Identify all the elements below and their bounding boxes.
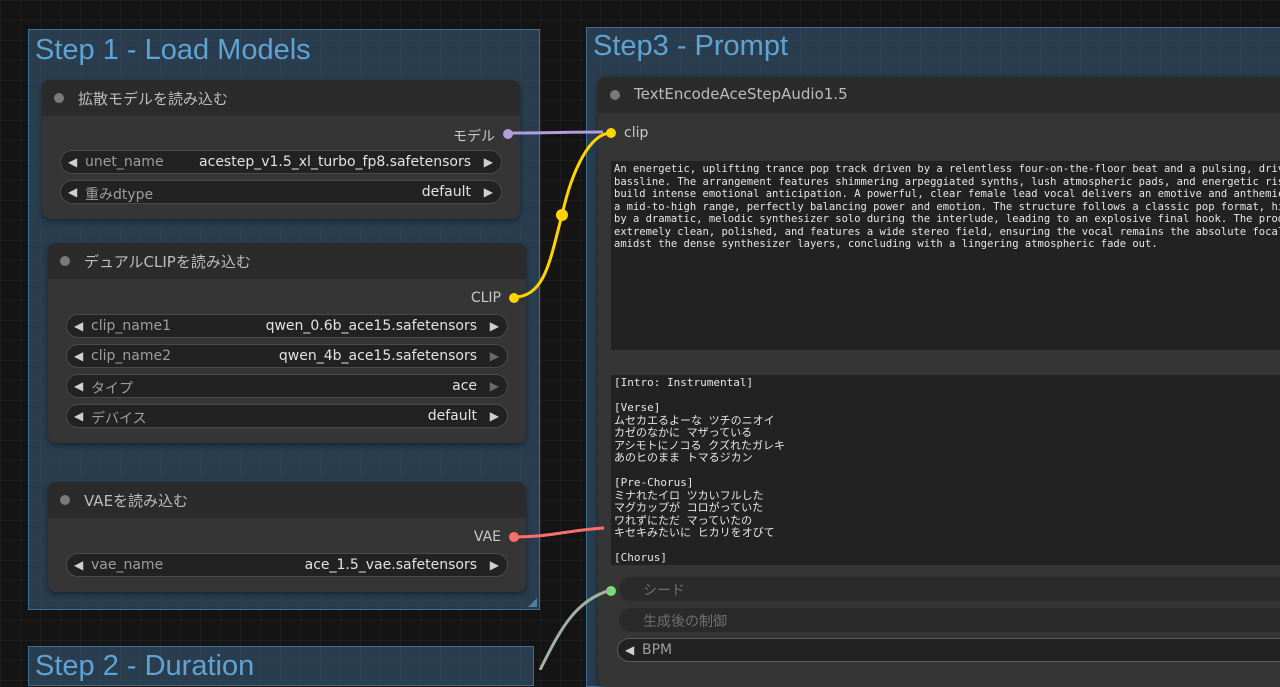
model-link [507,130,604,135]
link-midpoint-dot[interactable] [556,209,568,221]
vae-link [513,526,605,539]
node-links [507,130,612,670]
seed-link [538,588,612,670]
